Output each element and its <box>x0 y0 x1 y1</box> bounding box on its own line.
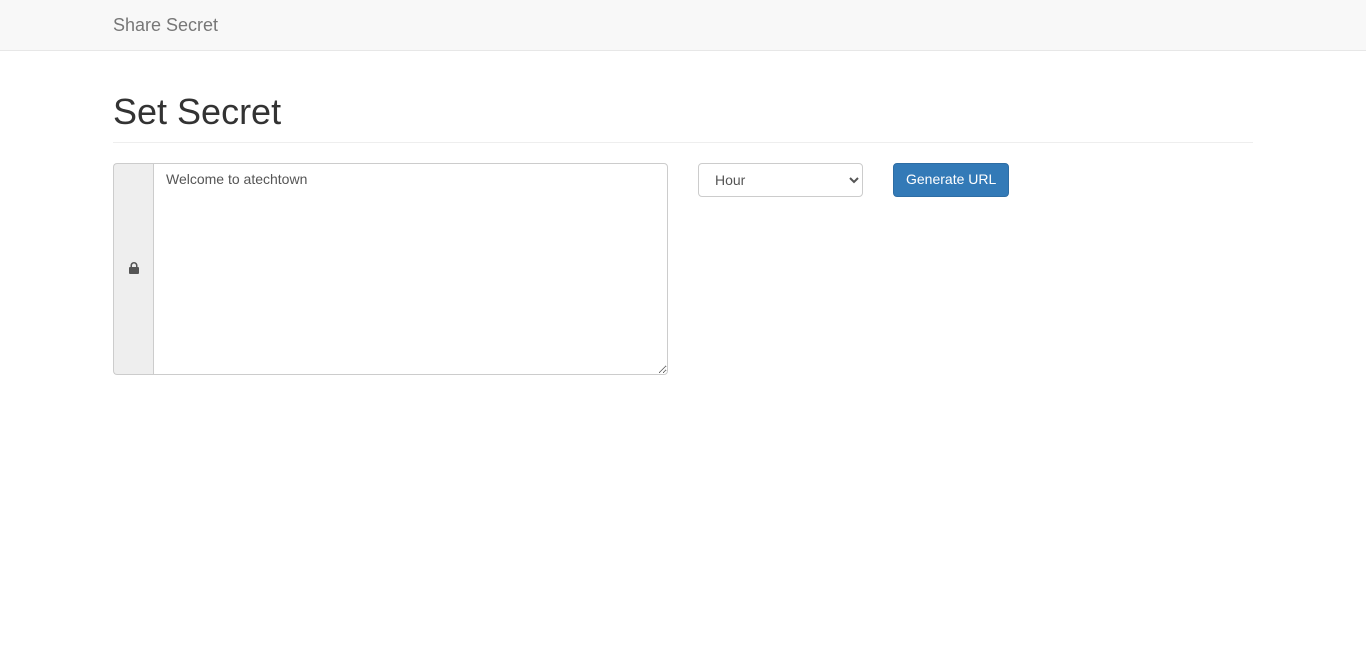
page-header: Set Secret <box>113 91 1253 143</box>
main-container: Set Secret Hour Generate URL <box>98 91 1268 375</box>
ttl-select[interactable]: Hour <box>698 163 863 197</box>
controls-column: Hour Generate URL <box>683 163 1024 375</box>
navbar: Share Secret <box>0 0 1366 51</box>
navbar-brand[interactable]: Share Secret <box>113 0 218 50</box>
secret-addon <box>113 163 153 375</box>
form-row: Hour Generate URL <box>98 163 1268 375</box>
page-title: Set Secret <box>113 91 1253 133</box>
secret-textarea[interactable] <box>153 163 668 375</box>
secret-column <box>98 163 683 375</box>
secret-input-group <box>113 163 668 375</box>
generate-url-button[interactable]: Generate URL <box>893 163 1009 197</box>
lock-icon <box>128 261 140 278</box>
